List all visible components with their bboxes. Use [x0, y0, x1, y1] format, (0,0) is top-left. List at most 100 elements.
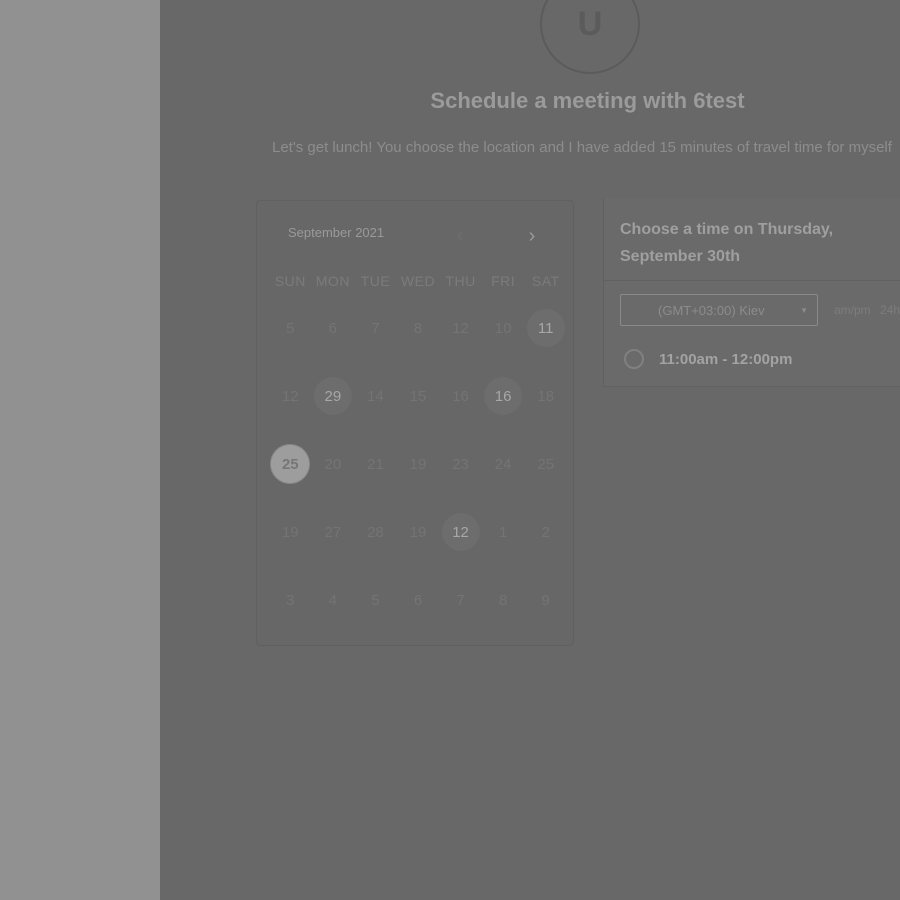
weekday-label: SUN: [274, 273, 306, 289]
day-button: 28: [367, 523, 384, 541]
day-button: 8: [413, 319, 423, 337]
day-button: 1: [498, 523, 508, 541]
day-cell: 21: [354, 445, 397, 513]
time-slot-label: 11:00am - 12:00pm: [659, 350, 793, 368]
day-cell: 9: [524, 581, 567, 649]
caret-down-icon: ▼: [800, 306, 808, 315]
day-cell: 24: [482, 445, 525, 513]
weekday-label: WED: [400, 273, 436, 289]
day-button: 3: [286, 591, 295, 609]
time-slot[interactable]: 11:00am - 12:00pm: [624, 349, 792, 369]
day-button: 4: [328, 591, 338, 609]
day-cell: 28: [354, 513, 397, 581]
day-button[interactable]: 12: [441, 513, 480, 551]
day-cell: 16: [482, 377, 525, 445]
day-button: 21: [367, 455, 384, 473]
weekday-label: THU: [445, 273, 476, 289]
divider: [604, 280, 900, 281]
day-cell: 7: [354, 309, 397, 377]
day-cell: 25: [269, 445, 312, 513]
day-button[interactable]: 29: [313, 377, 352, 415]
prev-month-button[interactable]: ‹: [445, 223, 475, 249]
day-button: 18: [537, 387, 555, 405]
day-cell: 19: [397, 513, 440, 581]
weekday-label: TUE: [360, 273, 391, 289]
day-cell: 8: [482, 581, 525, 649]
day-button: 20: [324, 455, 342, 473]
day-cell: 23: [439, 445, 482, 513]
day-cell: 18: [524, 377, 567, 445]
radio-button[interactable]: [624, 349, 644, 369]
time-picker-panel: Choose a time on Thursday, September 30t…: [603, 198, 900, 387]
day-button: 5: [371, 591, 380, 609]
day-button[interactable]: 16: [484, 377, 523, 415]
day-button: 19: [409, 455, 427, 473]
day-button: 25: [537, 455, 555, 473]
avatar-initial: U: [577, 4, 603, 43]
time-picker-heading: Choose a time on Thursday, September 30t…: [620, 221, 834, 265]
day-button: 6: [413, 591, 423, 609]
day-button: 19: [281, 523, 299, 541]
event-description: Let's get lunch! You choose the location…: [272, 139, 892, 156]
day-cell: 29: [312, 377, 355, 445]
weekday-header: SUN MON TUE WED THU FRI SAT: [269, 273, 567, 289]
day-button: 19: [409, 523, 427, 541]
day-cell: 1: [482, 513, 525, 581]
chevron-left-icon: ‹: [456, 224, 464, 247]
day-button: 15: [409, 387, 427, 405]
timezone-value: (GMT+03:00) Kiev: [658, 302, 765, 318]
day-button: 9: [541, 591, 550, 609]
day-cell: 19: [397, 445, 440, 513]
avatar: U: [540, 0, 640, 74]
day-button: 8: [498, 591, 508, 609]
day-cell: 7: [439, 581, 482, 649]
day-button[interactable]: 11: [526, 309, 565, 347]
calendar-month-label: September 2021: [288, 225, 385, 240]
day-button: 16: [452, 387, 469, 405]
day-cell: 3: [269, 581, 312, 649]
day-cell: 27: [312, 513, 355, 581]
day-button: 7: [371, 319, 380, 337]
day-button: 12: [281, 387, 299, 405]
weekday-label: SAT: [531, 273, 560, 289]
day-button: 14: [367, 387, 384, 405]
day-cell: 12: [439, 513, 482, 581]
day-button: 7: [456, 591, 465, 609]
day-cell: 19: [269, 513, 312, 581]
day-cell: 15: [397, 377, 440, 445]
day-cell: 16: [439, 377, 482, 445]
day-cell: 12: [439, 309, 482, 377]
calendar: September 2021 ‹ › SUN MON TUE WED THU F…: [256, 200, 574, 646]
day-cell: 20: [312, 445, 355, 513]
day-cell: 12: [269, 377, 312, 445]
time-format-toggle: am/pm 24h: [834, 303, 900, 317]
day-button: 5: [286, 319, 295, 337]
day-cell: 6: [397, 581, 440, 649]
timezone-select[interactable]: (GMT+03:00) Kiev ▼: [620, 294, 818, 326]
day-button: 12: [452, 319, 469, 337]
format-ampm-option[interactable]: am/pm: [834, 303, 871, 317]
day-cell: 10: [482, 309, 525, 377]
format-24h-option[interactable]: 24h: [880, 303, 900, 317]
scheduler-page: U Schedule a meeting with 6test Let's ge…: [160, 0, 900, 900]
day-cell: 11: [524, 309, 567, 377]
day-button: 2: [541, 523, 550, 541]
chevron-right-icon: ›: [528, 224, 536, 247]
day-cell: 8: [397, 309, 440, 377]
day-button: 24: [494, 455, 512, 473]
weekday-label: MON: [315, 273, 350, 289]
day-cell: 6: [312, 309, 355, 377]
day-cell: 5: [354, 581, 397, 649]
day-cell: 4: [312, 581, 355, 649]
next-month-button[interactable]: ›: [517, 223, 547, 249]
day-grid: 5 6 7 8 12 10 11 12 29 14 15 16 16 18 25 20 21 19 23 24 25 19…: [269, 309, 567, 649]
day-cell: 25: [524, 445, 567, 513]
day-button: 6: [328, 319, 338, 337]
day-cell: 2: [524, 513, 567, 581]
left-panel: [0, 0, 160, 900]
selected-day-button[interactable]: 25: [271, 445, 310, 483]
day-cell: 14: [354, 377, 397, 445]
day-button: 23: [452, 455, 469, 473]
day-cell: 5: [269, 309, 312, 377]
weekday-label: FRI: [491, 273, 516, 289]
